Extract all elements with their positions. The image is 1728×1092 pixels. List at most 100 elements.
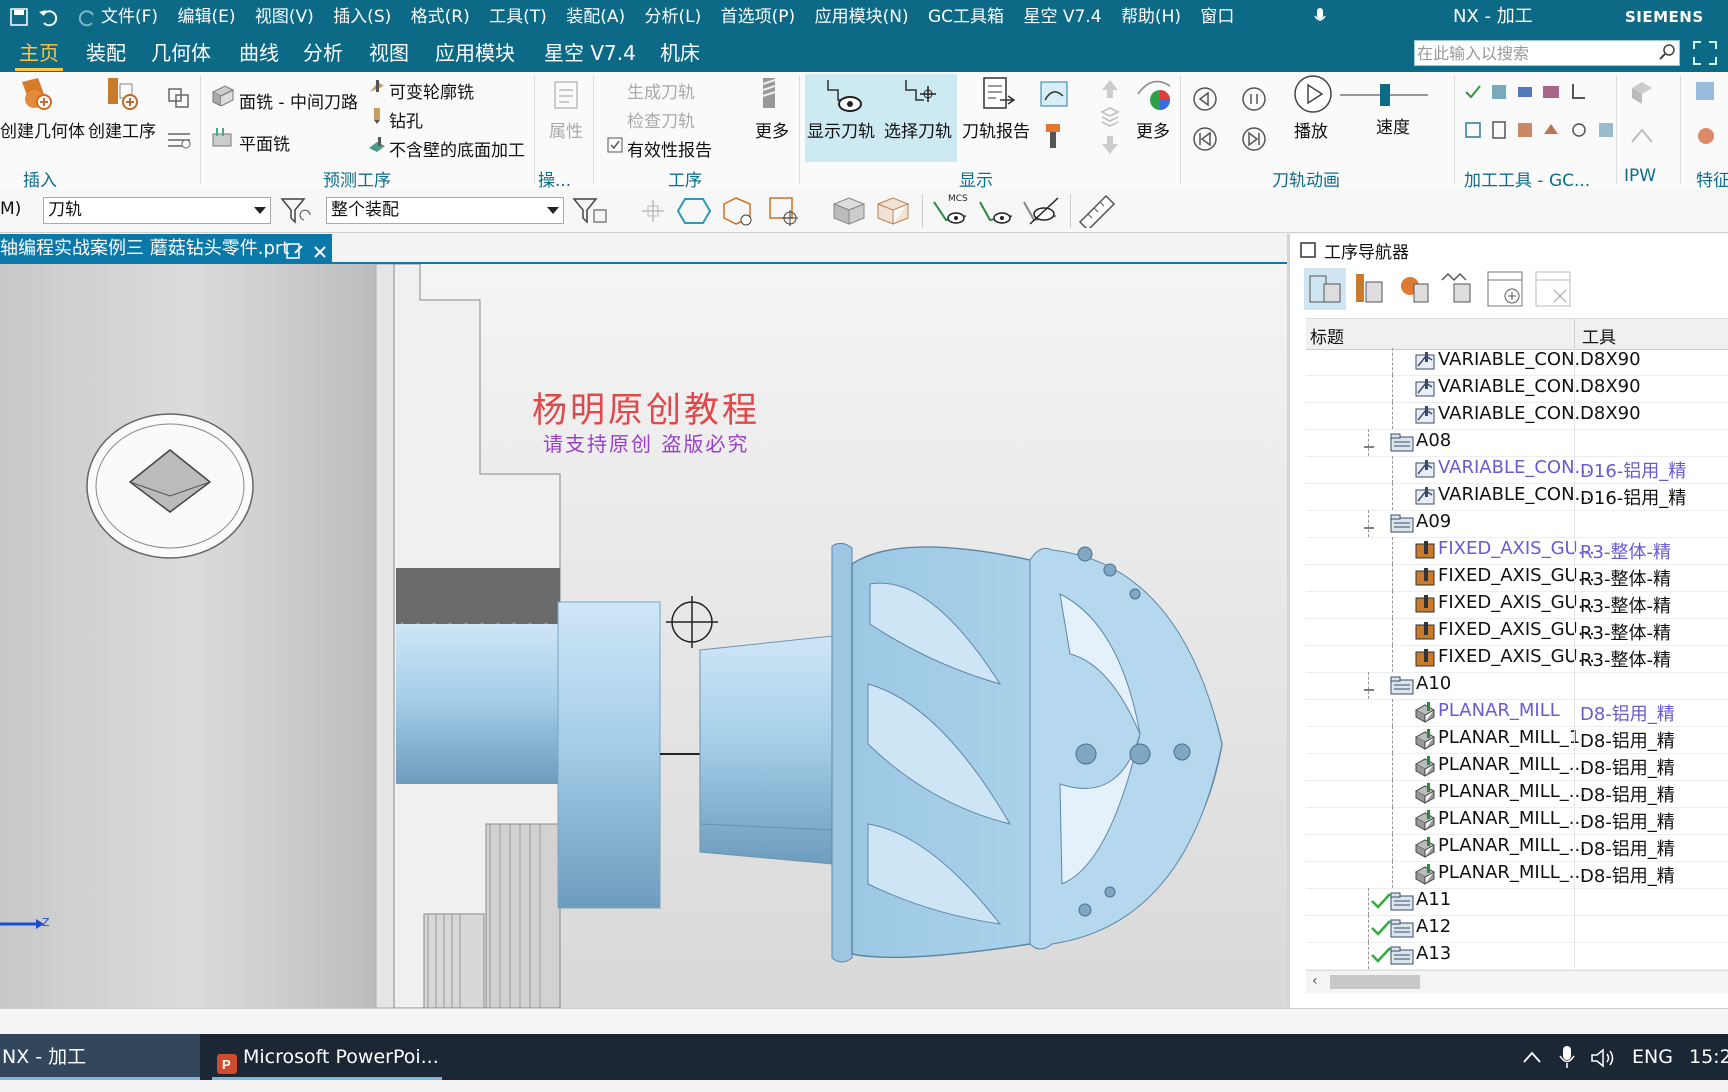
program-group-row[interactable]: A13: [1306, 942, 1728, 970]
gc-tool-icon-1[interactable]: [1463, 82, 1483, 106]
select-toolpath-icon[interactable]: [902, 76, 942, 118]
menu-xingkong[interactable]: 星空 V7.4: [1023, 7, 1101, 27]
operation-row[interactable]: FIXED_AXIS_GU... R3-整体-精: [1306, 591, 1728, 619]
operation-row[interactable]: VARIABLE_CON... D16-铝用_精: [1306, 456, 1728, 484]
operation-row[interactable]: PLANAR_MILL_... D8-铝用_精: [1306, 861, 1728, 889]
operation-row[interactable]: PLANAR_MILL_... D8-铝用_精: [1306, 807, 1728, 835]
operation-row[interactable]: PLANAR_MILL_... D8-铝用_精: [1306, 834, 1728, 862]
edit-document-icon[interactable]: [286, 240, 304, 264]
small-geometry-icon[interactable]: [166, 86, 192, 114]
point-snap-icon[interactable]: [636, 196, 670, 230]
menu-format[interactable]: 格式(R): [411, 7, 470, 27]
gc-tool-icon-10[interactable]: [1569, 120, 1589, 144]
gc-tool-icon-2[interactable]: [1489, 82, 1509, 106]
tray-chevron-up-icon[interactable]: [1522, 1048, 1542, 1070]
gc-tool-icon-4[interactable]: [1541, 82, 1561, 106]
program-order-view-icon[interactable]: [1304, 268, 1346, 310]
up-arrow-icon[interactable]: [1100, 78, 1120, 104]
navigator-h-scrollbar[interactable]: ‹: [1306, 970, 1728, 993]
measure-icon[interactable]: [1076, 194, 1116, 232]
gc-tool-icon-8[interactable]: [1515, 120, 1535, 144]
cad-model-view[interactable]: [0, 264, 1287, 1008]
tab-home[interactable]: 主页: [19, 34, 59, 72]
tab-curve[interactable]: 曲线: [239, 34, 279, 72]
planar-mill-icon[interactable]: [211, 126, 235, 152]
redo-icon[interactable]: [78, 7, 98, 31]
scrollbar-thumb[interactable]: [1330, 975, 1420, 989]
box-snap-icon[interactable]: [720, 194, 756, 232]
gc-tool-icon-9[interactable]: [1541, 120, 1561, 144]
menu-tools[interactable]: 工具(T): [489, 7, 547, 27]
program-group-row[interactable]: A12: [1306, 915, 1728, 943]
machine-tool-view-icon[interactable]: [1348, 268, 1390, 314]
pause-icon[interactable]: [1241, 86, 1267, 116]
rect-snap-icon[interactable]: [766, 194, 802, 232]
snap-filter-icon[interactable]: [572, 196, 612, 230]
more-display-button[interactable]: 更多: [1136, 117, 1170, 142]
planar-mill-button[interactable]: 平面铣: [239, 130, 290, 155]
mcs-view-icon[interactable]: MCS: [930, 192, 972, 232]
cutter-icon[interactable]: [1042, 122, 1066, 154]
create-operation-button[interactable]: 创建工序: [88, 117, 156, 142]
gc-tool-icon-6[interactable]: [1463, 120, 1483, 144]
operation-row[interactable]: VARIABLE_CON... D8X90: [1306, 402, 1728, 430]
toolpath-report-button[interactable]: 刀轨报告: [962, 117, 1030, 142]
clock[interactable]: 15:24: [1689, 1034, 1728, 1080]
menu-insert[interactable]: 插入(S): [333, 7, 391, 27]
verify-toolpath-button[interactable]: 检查刀轨: [627, 107, 695, 132]
floor-wall-icon[interactable]: [368, 136, 386, 158]
operation-row[interactable]: PLANAR_MILL_1 D8-铝用_精: [1306, 726, 1728, 754]
create-geometry-icon[interactable]: [14, 74, 54, 116]
validity-report-icon[interactable]: [606, 136, 624, 158]
tray-microphone-icon[interactable]: [1558, 1045, 1576, 1073]
menu-file[interactable]: 文件(F): [101, 7, 158, 27]
column-tool-header[interactable]: 工具: [1582, 323, 1616, 348]
face-mill-icon[interactable]: [211, 84, 235, 110]
taskbar-powerpoint[interactable]: P Microsoft PowerPoi...: [212, 1034, 442, 1080]
operation-row[interactable]: VARIABLE_CON... D8X90: [1306, 375, 1728, 403]
hexagon-icon[interactable]: [676, 196, 712, 230]
feature-options-icon[interactable]: [1692, 122, 1720, 154]
menu-gc-toolbox[interactable]: GC工具箱: [928, 7, 1004, 27]
play-button[interactable]: 播放: [1294, 117, 1328, 142]
operation-row[interactable]: VARIABLE_CON... D16-铝用_精: [1306, 483, 1728, 511]
play-icon[interactable]: [1293, 74, 1333, 118]
program-group-row[interactable]: A11: [1306, 888, 1728, 916]
navigator-window-icon[interactable]: [1300, 242, 1316, 262]
small-method-icon[interactable]: [166, 126, 192, 154]
generate-toolpath-button[interactable]: 生成刀轨: [627, 78, 695, 103]
volume-icon[interactable]: [1590, 1047, 1616, 1073]
tab-geometry[interactable]: 几何体: [151, 34, 211, 72]
remove-column-icon[interactable]: [1532, 268, 1574, 314]
method-view-icon[interactable]: [1436, 268, 1478, 314]
create-operation-icon[interactable]: [102, 74, 142, 116]
hide-view-icon[interactable]: [1020, 194, 1062, 232]
column-divider[interactable]: [1574, 319, 1575, 349]
properties-button[interactable]: 属性: [549, 117, 583, 142]
type-filter-dropdown[interactable]: 刀轨: [43, 197, 271, 224]
microphone-icon[interactable]: [1313, 7, 1327, 31]
geometry-view-icon[interactable]: [1392, 268, 1434, 314]
operation-row[interactable]: FIXED_AXIS_GU... R3-整体-精: [1306, 537, 1728, 565]
program-group-row[interactable]: A09: [1306, 510, 1728, 538]
tool-icon[interactable]: [755, 76, 789, 114]
toolpath-report-icon[interactable]: [978, 76, 1018, 118]
taskbar-nx[interactable]: NX - 加工: [0, 1034, 200, 1080]
axis-view-icon[interactable]: [976, 194, 1018, 232]
ipw-options-icon[interactable]: [1628, 122, 1656, 154]
drill-button[interactable]: 钻孔: [389, 107, 423, 132]
search-input[interactable]: 在此输入以搜索: [1414, 40, 1680, 66]
close-icon[interactable]: [312, 240, 328, 264]
ipw-icon[interactable]: [1628, 78, 1656, 110]
toolpath-display-icon[interactable]: [1039, 80, 1069, 112]
operation-row[interactable]: PLANAR_MILL_... D8-铝用_精: [1306, 753, 1728, 781]
program-group-row[interactable]: A10: [1306, 672, 1728, 700]
gc-tool-icon-11[interactable]: [1596, 120, 1616, 144]
validity-report-button[interactable]: 有效性报告: [627, 136, 712, 161]
collapse-icon[interactable]: [1362, 680, 1376, 701]
tab-xingkong[interactable]: 星空 V7.4: [544, 34, 636, 72]
wireframe-view-icon[interactable]: [874, 194, 912, 232]
face-mill-button[interactable]: 面铣 - 中间刀路: [239, 88, 358, 113]
speed-slider-thumb[interactable]: [1380, 84, 1390, 106]
tab-assembly[interactable]: 装配: [86, 34, 126, 72]
